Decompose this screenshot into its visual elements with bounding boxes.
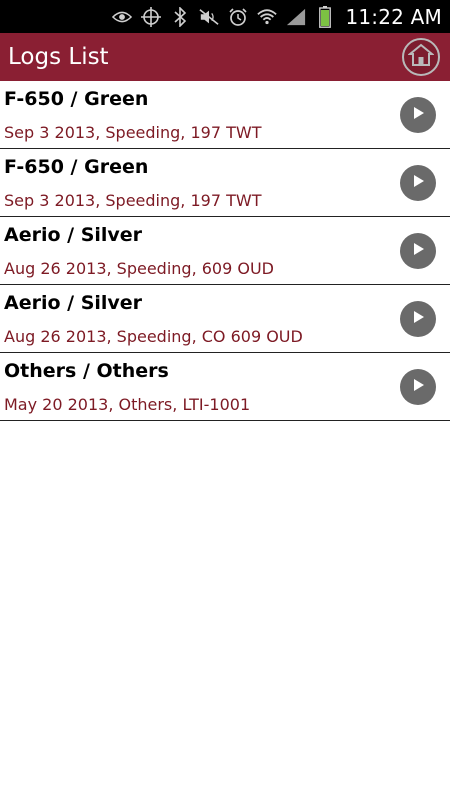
status-bar: 11:22 AM (0, 0, 450, 33)
play-icon (410, 309, 426, 329)
play-icon (410, 377, 426, 397)
list-item[interactable]: Others / Others May 20 2013, Others, LTI… (0, 353, 450, 421)
home-icon (407, 43, 435, 71)
status-icons (112, 5, 335, 28)
alarm-icon (228, 7, 248, 27)
log-title: Aerio / Silver (4, 292, 143, 314)
log-title: F-650 / Green (4, 156, 149, 178)
list-item[interactable]: F-650 / Green Sep 3 2013, Speeding, 197 … (0, 149, 450, 217)
log-title: F-650 / Green (4, 88, 149, 110)
play-button[interactable] (400, 369, 436, 405)
title-bar: Logs List (0, 33, 450, 81)
home-button[interactable] (402, 38, 440, 76)
play-button[interactable] (400, 165, 436, 201)
log-subtitle: May 20 2013, Others, LTI-1001 (4, 395, 251, 414)
battery-icon (315, 5, 335, 28)
log-subtitle: Aug 26 2013, Speeding, 609 OUD (4, 259, 274, 278)
log-title: Aerio / Silver (4, 224, 143, 246)
wifi-icon (257, 7, 278, 27)
play-icon (410, 173, 426, 193)
mute-icon (199, 7, 220, 27)
log-title: Others / Others (4, 360, 169, 382)
list-item[interactable]: F-650 / Green Sep 3 2013, Speeding, 197 … (0, 81, 450, 149)
log-subtitle: Aug 26 2013, Speeding, CO 609 OUD (4, 327, 303, 346)
page-title: Logs List (8, 44, 109, 70)
signal-icon (286, 7, 306, 27)
play-button[interactable] (400, 233, 436, 269)
status-time: 11:22 AM (345, 4, 442, 29)
list-item[interactable]: Aerio / Silver Aug 26 2013, Speeding, CO… (0, 285, 450, 353)
play-icon (410, 105, 426, 125)
bluetooth-icon (170, 6, 190, 27)
play-button[interactable] (400, 97, 436, 133)
log-subtitle: Sep 3 2013, Speeding, 197 TWT (4, 191, 262, 210)
play-icon (410, 241, 426, 261)
eye-icon (112, 7, 133, 27)
logs-list: F-650 / Green Sep 3 2013, Speeding, 197 … (0, 81, 450, 421)
list-item[interactable]: Aerio / Silver Aug 26 2013, Speeding, 60… (0, 217, 450, 285)
log-subtitle: Sep 3 2013, Speeding, 197 TWT (4, 123, 262, 142)
play-button[interactable] (400, 301, 436, 337)
gps-icon (141, 6, 162, 27)
